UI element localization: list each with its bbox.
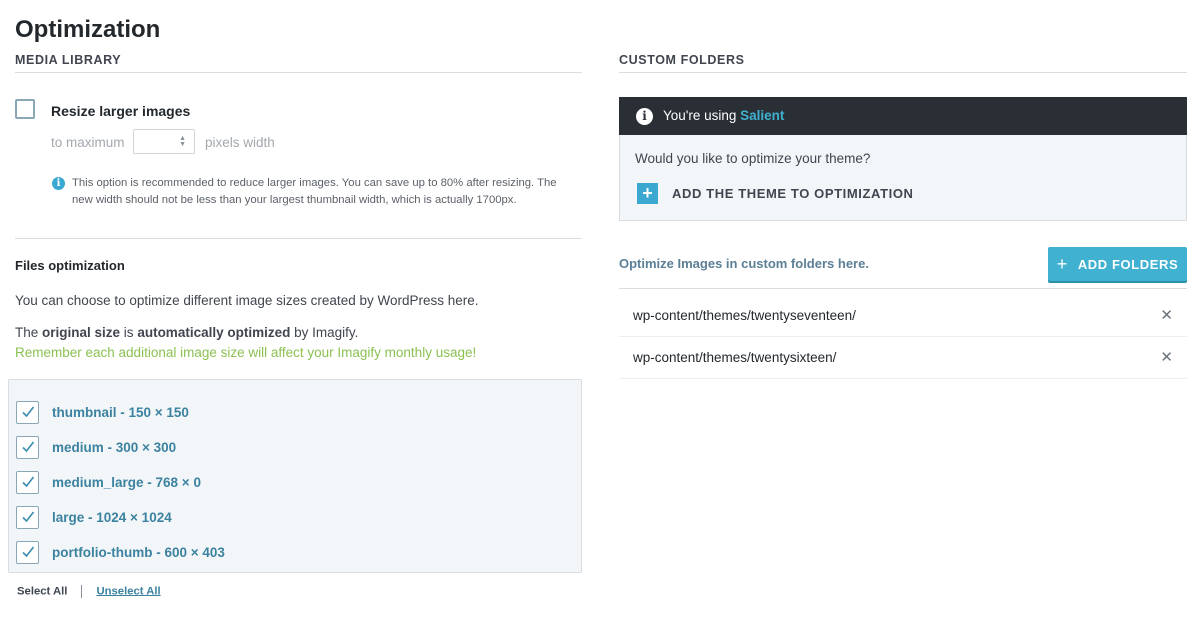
check-icon — [21, 441, 34, 453]
theme-notice-header: i You're using Salient — [619, 97, 1187, 135]
check-icon — [21, 476, 34, 488]
check-icon — [21, 511, 34, 523]
usage-reminder: Remember each additional image size will… — [15, 345, 477, 360]
pixels-width-label: pixels width — [205, 135, 275, 150]
theme-question: Would you like to optimize your theme? — [635, 151, 871, 166]
resize-label: Resize larger images — [51, 103, 191, 119]
plus-icon: + — [1056, 253, 1068, 274]
size-item[interactable]: large - 1024 × 1024 — [16, 505, 172, 529]
original-size-note: The original size is automatically optim… — [15, 325, 359, 340]
spinner-icon[interactable]: ▲ ▼ — [179, 135, 186, 148]
divider — [81, 585, 83, 598]
checkbox-checked[interactable] — [16, 505, 39, 529]
resize-checkbox[interactable] — [15, 99, 35, 119]
to-maximum-label: to maximum — [51, 135, 125, 150]
resize-help-text: This option is recommended to reduce lar… — [72, 177, 557, 206]
divider — [15, 238, 582, 239]
remove-icon[interactable]: ✕ — [1160, 348, 1173, 366]
theme-notice-text: You're using Salient — [663, 108, 785, 123]
divider — [15, 72, 582, 73]
files-intro: You can choose to optimize different ima… — [15, 293, 479, 308]
checkbox-checked[interactable] — [16, 435, 39, 459]
size-item[interactable]: medium_large - 768 × 0 — [16, 470, 201, 494]
checkbox-checked[interactable] — [16, 400, 39, 424]
custom-folders-heading: CUSTOM FOLDERS — [619, 53, 745, 67]
theme-notice-body: Would you like to optimize your theme? +… — [619, 135, 1187, 221]
checkbox-checked[interactable] — [16, 540, 39, 564]
info-icon: i — [636, 108, 653, 125]
divider — [619, 288, 1187, 289]
size-item[interactable]: portfolio-thumb - 600 × 403 — [16, 540, 225, 564]
optimize-custom-label: Optimize Images in custom folders here. — [619, 256, 869, 271]
unselect-all-link[interactable]: Unselect All — [96, 585, 160, 597]
remove-icon[interactable]: ✕ — [1160, 306, 1173, 324]
size-item[interactable]: medium - 300 × 300 — [16, 435, 176, 459]
page-title: Optimization — [15, 16, 161, 43]
check-icon — [21, 406, 34, 418]
size-item[interactable]: thumbnail - 150 × 150 — [16, 400, 189, 424]
folder-row: wp-content/themes/twentyseventeen/ ✕ — [619, 295, 1187, 337]
add-folders-button[interactable]: + ADD FOLDERS — [1048, 247, 1187, 281]
folder-path: wp-content/themes/twentysixteen/ — [633, 350, 837, 365]
select-links: Select All Unselect All — [17, 585, 161, 598]
divider — [619, 72, 1187, 73]
files-optimization-heading: Files optimization — [15, 258, 125, 273]
info-icon: i — [52, 177, 65, 190]
select-all-link[interactable]: Select All — [17, 585, 67, 597]
image-sizes-list: thumbnail - 150 × 150 medium - 300 × 300… — [8, 379, 582, 573]
checkbox-checked[interactable] — [16, 470, 39, 494]
add-theme-button[interactable]: + ADD THE THEME TO OPTIMIZATION — [637, 183, 914, 204]
max-width-input[interactable]: ▲ ▼ — [133, 129, 195, 154]
folder-row: wp-content/themes/twentysixteen/ ✕ — [619, 337, 1187, 379]
folder-path: wp-content/themes/twentyseventeen/ — [633, 308, 856, 323]
plus-icon: + — [637, 183, 658, 204]
media-library-heading: MEDIA LIBRARY — [15, 53, 122, 67]
check-icon — [21, 546, 34, 558]
